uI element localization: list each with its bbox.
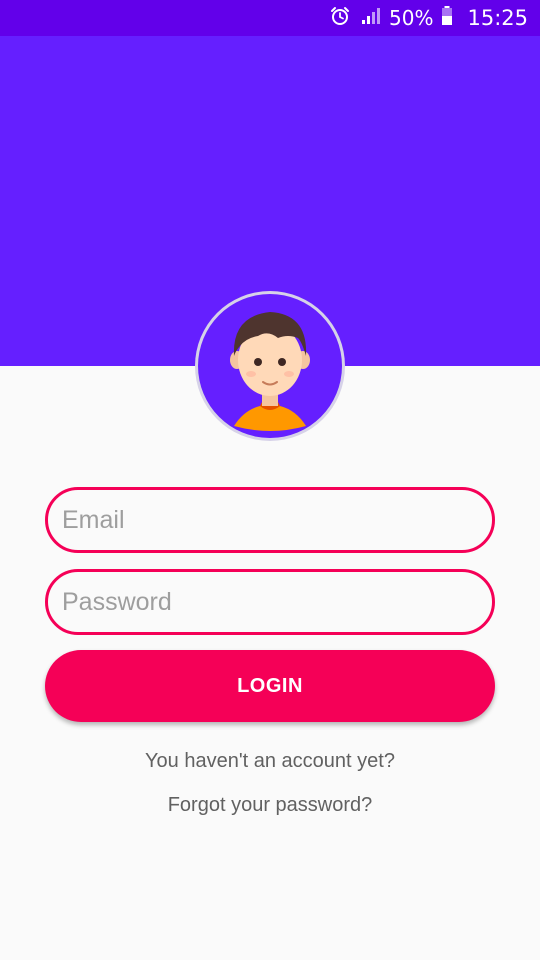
- alarm-icon: [329, 5, 351, 32]
- battery-icon: [441, 5, 453, 32]
- status-bar: 50% 15:25: [0, 0, 540, 36]
- email-field[interactable]: [45, 487, 495, 553]
- forgot-password-link[interactable]: Forgot your password?: [0, 794, 540, 817]
- signal-icon: [359, 5, 381, 32]
- battery-percent: 50%: [389, 6, 434, 30]
- sign-up-link[interactable]: You haven't an account yet?: [0, 750, 540, 773]
- password-field[interactable]: [45, 569, 495, 635]
- clock: 15:25: [467, 6, 528, 30]
- login-button[interactable]: LOGIN: [45, 650, 495, 722]
- user-avatar-icon: [198, 294, 342, 438]
- status-indicators: 50% 15:25: [329, 0, 528, 36]
- avatar: [195, 291, 345, 441]
